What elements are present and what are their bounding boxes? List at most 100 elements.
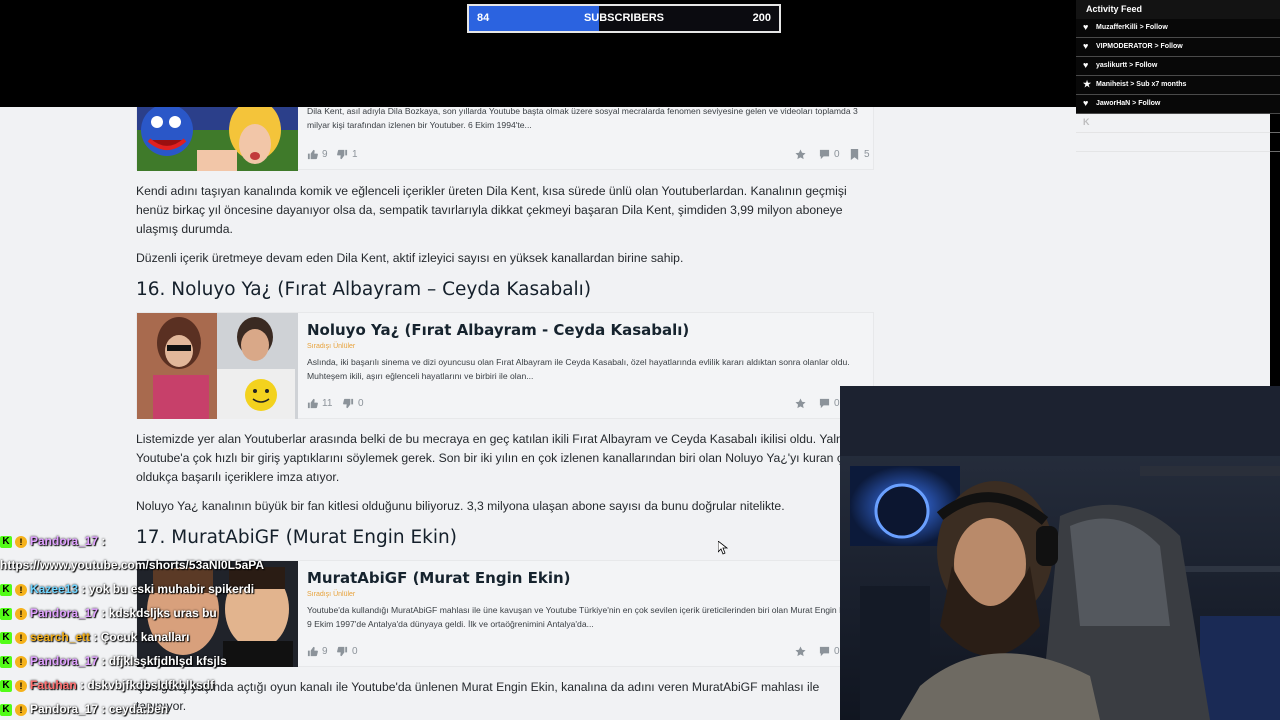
mouse-cursor-icon [718, 541, 728, 555]
chat-message: K! Pandora_17 : kdskdsljks uras bu [0, 606, 330, 630]
heart-icon: ♥ [1083, 98, 1089, 108]
like-count: 9 [322, 149, 328, 160]
chat-username[interactable]: Pandora_17 [30, 702, 98, 716]
comment-icon [819, 149, 830, 160]
paragraph: Listemizde yer alan Youtuberlar arasında… [136, 432, 856, 484]
subscriber-badge-icon: ! [15, 679, 27, 692]
thumbs-down-icon [337, 646, 348, 657]
chat-text: ceyda:ben [108, 702, 169, 716]
subscriber-badge-icon: ! [15, 583, 27, 596]
chat-text: dfjklsşkfjdhlşd kfsjls [108, 654, 227, 668]
feed-user: JaworHaN [1096, 100, 1131, 107]
star-icon [795, 149, 806, 160]
star-icon [795, 398, 806, 409]
subscriber-badge-icon: ! [15, 703, 27, 716]
kick-badge-icon: K [0, 631, 12, 644]
activity-feed-item-faded [1076, 133, 1280, 152]
chat-colon: : [98, 654, 109, 668]
feed-user: MuzafferKilli [1096, 24, 1138, 31]
comment-count: 0 [834, 646, 840, 657]
chat-message: K! Pandora_17 : dfjklsşkfjdhlşd kfsjls [0, 654, 330, 678]
chat-username[interactable]: search_ett [30, 630, 90, 644]
feed-action: Follow [1135, 62, 1158, 69]
card-title[interactable]: MuratAbiGF (Murat Engin Ekin) [307, 569, 865, 587]
feed-action: Follow [1138, 100, 1161, 107]
favorite-button[interactable] [795, 646, 806, 657]
chat-text: dskvbjfkdbsldfkblksdf [87, 678, 215, 692]
thumbs-down-icon [343, 398, 354, 409]
heart-icon: ♥ [1083, 60, 1089, 70]
bookmark-button[interactable]: 5 [849, 149, 870, 160]
card-title[interactable]: Noluyo Ya¿ (Fırat Albayram - Ceyda Kasab… [307, 321, 865, 339]
feed-user: VIPMODERATOR [1096, 43, 1153, 50]
chat-colon: : [78, 582, 89, 596]
kick-badge-icon: K [0, 703, 12, 716]
like-button[interactable]: 11 [307, 398, 332, 409]
dislike-button[interactable]: 0 [337, 646, 358, 657]
kick-badge-icon: K [0, 655, 12, 668]
comment-icon [819, 398, 830, 409]
heart-icon: ♥ [1083, 22, 1089, 32]
chat-username[interactable]: Pandora_17 [30, 654, 98, 668]
subscriber-badge-icon: ! [15, 535, 27, 548]
dislike-button[interactable]: 0 [343, 398, 364, 409]
like-button[interactable]: 9 [307, 149, 328, 160]
bookmark-icon [850, 149, 859, 160]
dislike-button[interactable]: 1 [337, 149, 358, 160]
bookmark-count: 5 [864, 149, 870, 160]
card-excerpt: Dila Kent, asıl adıyla Dila Bozkaya, son… [307, 107, 858, 130]
thumbs-up-icon [307, 398, 318, 409]
chat-text: Çocuk kanalları [100, 630, 190, 644]
feed-action: Follow [1160, 43, 1183, 50]
subscriber-badge-icon: ! [15, 631, 27, 644]
subscriber-goal-bar: 84 SUBSCRIBERS 200 [467, 4, 781, 33]
comment-count: 0 [834, 398, 840, 409]
star-icon: ★ [1083, 79, 1092, 89]
comment-count: 0 [834, 149, 840, 160]
feed-separator: > [1137, 24, 1146, 31]
chat-colon: : [90, 630, 101, 644]
chat-message: K! Pandora_17 : [0, 534, 330, 558]
chat-text: https://www.youtube.com/shorts/53aNI0L5a… [0, 558, 265, 572]
thumbs-up-icon [307, 149, 318, 160]
subscriber-badge-icon: ! [15, 607, 27, 620]
kick-badge-icon: K [0, 607, 12, 620]
chat-colon: : [98, 606, 109, 620]
comment-icon [819, 646, 830, 657]
chat-colon: : [98, 702, 109, 716]
dislike-count: 0 [358, 398, 364, 409]
dislike-count: 0 [352, 646, 358, 657]
dislike-count: 1 [352, 149, 358, 160]
kick-badge-icon: K [0, 679, 12, 692]
card-excerpt: Youtube'da kullandığı MuratAbiGF mahlası… [307, 605, 859, 629]
chat-message: K! Fatuhan : dskvbjfkdbsldfkblksdf [0, 678, 330, 702]
card-category[interactable]: Sıradışı Ünlüler [307, 343, 865, 350]
favorite-button[interactable] [795, 149, 806, 160]
subscriber-badge-icon: ! [15, 655, 27, 668]
feed-user: yaslikurtt [1096, 62, 1128, 69]
chat-username[interactable]: Pandora_17 [30, 606, 98, 620]
chat-text: yok bu eski muhabir spikerdi [88, 582, 255, 596]
activity-feed-item: ♥ MuzafferKilli > Follow [1076, 19, 1280, 38]
chat-username[interactable]: Kazee13 [30, 582, 78, 596]
chat-username[interactable]: Pandora_17 [30, 534, 98, 548]
article-card-dila-kent[interactable]: Dila Kent, asıl adıyla Dila Bozkaya, son… [136, 107, 874, 171]
card-thumbnail[interactable] [137, 107, 298, 171]
paragraph: Düzenli içerik üretmeye devam eden Dila … [136, 251, 684, 265]
activity-feed-item: ★ Maniheist > Sub x7 months [1076, 76, 1280, 95]
card-thumbnail[interactable] [137, 313, 298, 419]
comment-button[interactable]: 0 [819, 398, 840, 409]
chat-username[interactable]: Fatuhan [30, 678, 77, 692]
chat-colon: : [76, 678, 88, 692]
card-category[interactable]: Sıradışı Ünlüler [307, 591, 865, 598]
section-heading-16: 16. Noluyo Ya¿ (Fırat Albayram – Ceyda K… [136, 279, 592, 300]
subscriber-label: SUBSCRIBERS [583, 12, 665, 24]
chat-text: kdskdsljks uras bu [108, 606, 217, 620]
article-card-noluyo-ya[interactable]: Noluyo Ya¿ (Fırat Albayram - Ceyda Kasab… [136, 312, 874, 419]
comment-button[interactable]: 0 [819, 646, 840, 657]
feed-separator: > [1127, 62, 1136, 69]
heart-icon: ♥ [1083, 41, 1089, 51]
activity-feed-item: ♥ VIPMODERATOR > Follow [1076, 38, 1280, 57]
favorite-button[interactable] [795, 398, 806, 409]
comment-button[interactable]: 0 [819, 149, 840, 160]
